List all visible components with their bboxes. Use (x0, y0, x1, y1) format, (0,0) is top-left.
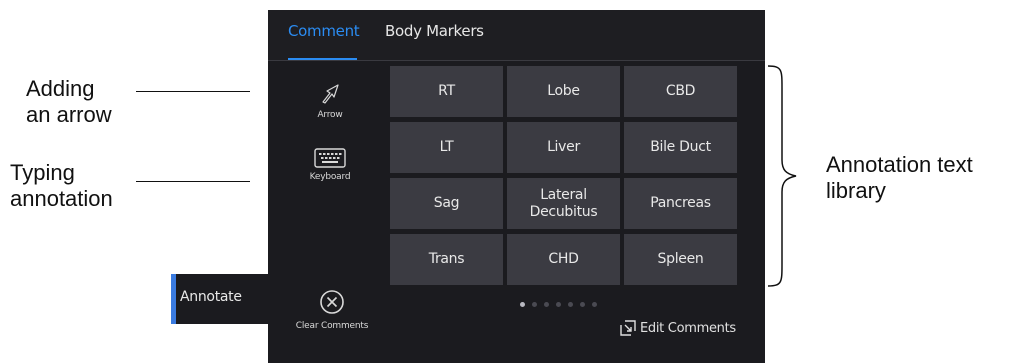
brace-icon (767, 65, 797, 287)
callout-text: Typing (10, 160, 75, 185)
library-item[interactable]: Lobe (507, 66, 620, 117)
callout-annotation-library: Annotation text library (826, 152, 973, 204)
page-dot[interactable] (556, 302, 561, 307)
arrow-label: Arrow (317, 110, 343, 120)
callout-text: Adding (26, 76, 95, 101)
library-item[interactable]: Pancreas (624, 178, 737, 229)
annotation-panel: Comment Body Markers Arrow Keyboard RT L… (268, 10, 765, 363)
arrow-button[interactable]: Arrow (290, 82, 370, 120)
annotate-tab-label: Annotate (180, 289, 242, 305)
callout-text: an arrow (26, 102, 112, 127)
library-item[interactable]: CBD (624, 66, 737, 117)
leader-line-arrow (136, 91, 250, 92)
library-item[interactable]: Bile Duct (624, 122, 737, 173)
annotate-tab-indicator (171, 274, 176, 324)
edit-comments-label: Edit Comments (640, 320, 736, 336)
clear-comments-button[interactable]: Clear Comments (282, 289, 382, 331)
callout-adding-arrow: Adding an arrow (26, 76, 112, 128)
keyboard-label: Keyboard (309, 172, 351, 182)
library-item[interactable]: Sag (390, 178, 503, 229)
arrow-icon (322, 84, 339, 104)
annotate-tab[interactable]: Annotate (171, 274, 276, 324)
library-item[interactable]: CHD (507, 234, 620, 285)
library-item[interactable]: Trans (390, 234, 503, 285)
callout-text: annotation (10, 186, 113, 211)
page-indicator (520, 302, 597, 307)
library-item[interactable]: Spleen (624, 234, 737, 285)
callout-text: Annotation text (826, 152, 973, 177)
keyboard-button[interactable]: Keyboard (290, 148, 370, 182)
library-item[interactable]: LT (390, 122, 503, 173)
page-dot[interactable] (568, 302, 573, 307)
page-dot[interactable] (592, 302, 597, 307)
tab-bar: Comment Body Markers (268, 10, 765, 61)
edit-comments-button[interactable]: Edit Comments (620, 320, 736, 336)
edit-comments-icon (620, 320, 636, 336)
divider (268, 60, 765, 61)
leader-line-keyboard (136, 181, 250, 182)
library-item[interactable]: Lateral Decubitus (507, 178, 620, 229)
close-circle-icon (320, 290, 344, 314)
keyboard-icon (314, 148, 346, 168)
tab-body-markers[interactable]: Body Markers (385, 22, 484, 40)
clear-comments-label: Clear Comments (295, 321, 369, 331)
tab-comment[interactable]: Comment (288, 22, 360, 40)
page-dot[interactable] (520, 302, 525, 307)
library-item[interactable]: Liver (507, 122, 620, 173)
page-dot[interactable] (580, 302, 585, 307)
callout-text: library (826, 178, 886, 203)
page-dot[interactable] (544, 302, 549, 307)
library-item[interactable]: RT (390, 66, 503, 117)
page-dot[interactable] (532, 302, 537, 307)
callout-typing-annotation: Typing annotation (10, 160, 113, 212)
